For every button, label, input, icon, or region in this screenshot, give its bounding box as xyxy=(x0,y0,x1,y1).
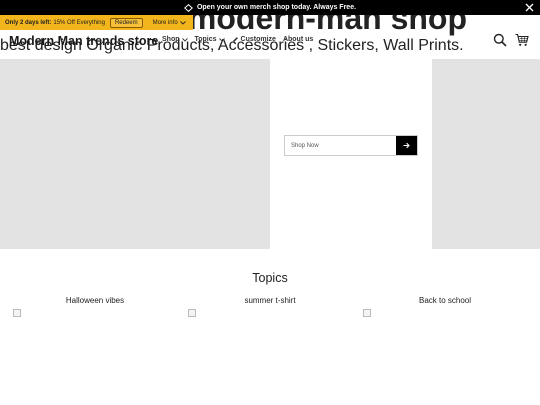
tag-icon xyxy=(183,3,193,12)
more-info-label: More info xyxy=(152,19,178,26)
topic-card[interactable]: Back to school xyxy=(360,296,530,317)
arrow-right-icon[interactable] xyxy=(396,136,417,155)
topics-heading: Topics xyxy=(252,271,288,285)
announcement-text: Open your own merch shop today. Always F… xyxy=(196,4,357,11)
announcement-bar: Open your own merch shop today. Always F… xyxy=(0,0,540,15)
promo-offer: 15% Off Everything xyxy=(53,19,105,26)
site-header: Modern Man trends store Shop Topics Cust… xyxy=(0,30,540,58)
broken-image-icon[interactable] xyxy=(188,309,196,317)
topic-label[interactable]: Halloween vibes xyxy=(10,296,180,305)
nav-item-shop[interactable]: Shop xyxy=(162,36,188,43)
broken-image-icon[interactable] xyxy=(363,309,371,317)
header-actions xyxy=(493,33,529,47)
hero-banner xyxy=(0,59,540,249)
chevron-down-icon xyxy=(179,20,186,25)
store-name[interactable]: Modern Man trends store xyxy=(9,34,158,48)
nav-item-topics[interactable]: Topics xyxy=(195,36,225,43)
pencil-icon xyxy=(232,37,238,42)
close-icon[interactable] xyxy=(524,2,535,13)
nav-item-about[interactable]: About us xyxy=(283,36,313,43)
nav-item-label: Topics xyxy=(194,36,217,43)
nav-item-label: Shop xyxy=(162,36,180,43)
broken-image-icon[interactable] xyxy=(13,309,21,317)
topic-label[interactable]: Back to school xyxy=(360,296,530,305)
nav-item-label: Customize xyxy=(240,36,276,43)
promo-days-left: Only 2 days left: xyxy=(5,19,52,26)
topic-card[interactable]: Halloween vibes xyxy=(10,296,180,317)
chevron-down-icon xyxy=(181,37,188,42)
topic-card[interactable]: summer t-shirt xyxy=(185,296,355,317)
cart-icon[interactable] xyxy=(515,33,529,47)
promo-bar: Only 2 days left: 15% Off Everything Red… xyxy=(0,15,193,30)
shop-now-button[interactable]: Shop Now xyxy=(284,135,418,156)
main-nav: Shop Topics Customize About us xyxy=(162,36,313,43)
topic-label[interactable]: summer t-shirt xyxy=(185,296,355,305)
nav-item-customize[interactable]: Customize xyxy=(232,36,276,43)
more-info-button[interactable]: More info xyxy=(149,20,186,26)
search-icon[interactable] xyxy=(493,33,507,47)
shop-now-label: Shop Now xyxy=(291,142,319,149)
redeem-button[interactable]: Redeem xyxy=(109,17,143,28)
nav-item-label: About us xyxy=(282,36,314,43)
chevron-down-icon xyxy=(218,37,225,42)
